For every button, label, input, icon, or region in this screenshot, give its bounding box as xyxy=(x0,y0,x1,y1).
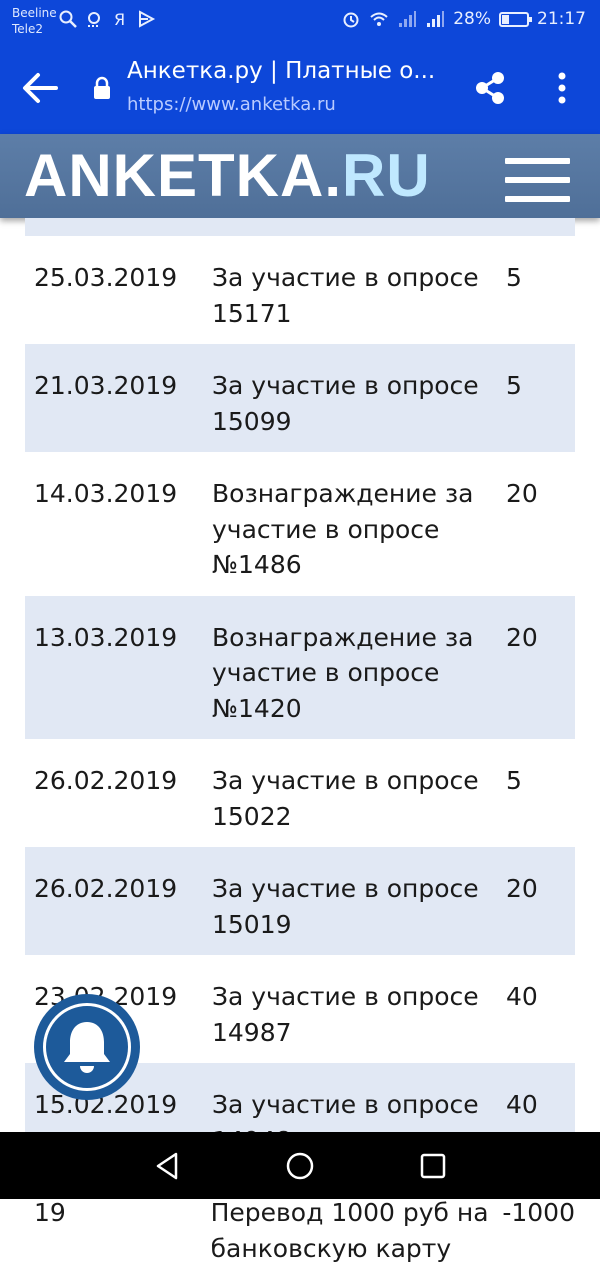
notification-bell-button[interactable] xyxy=(34,994,140,1100)
table-row: 26.02.2019 За участие в опросе 15022 5 xyxy=(25,739,575,847)
url-text[interactable]: https://www.anketka.ru xyxy=(127,94,336,115)
transaction-date: 19 xyxy=(34,1198,66,1227)
transaction-amount: 5 xyxy=(506,263,522,292)
transaction-description: Перевод 1000 руб на банковскую карту xyxy=(210,1198,489,1263)
svg-text:Я: Я xyxy=(114,10,125,29)
system-icons: 28% 21:17 xyxy=(341,9,586,29)
search-icon xyxy=(59,10,77,28)
signal-icon-2 xyxy=(427,11,445,27)
logo-tld-text: RU xyxy=(342,142,431,209)
battery-level xyxy=(502,14,509,24)
transaction-amount: -1000 xyxy=(502,1198,575,1227)
transaction-date: 21.03.2019 xyxy=(34,371,178,400)
navigation-bar xyxy=(0,1132,600,1199)
table-row-partial xyxy=(25,218,575,236)
lock-icon xyxy=(94,76,110,99)
overflow-menu-icon[interactable] xyxy=(548,70,576,106)
transaction-amount: 5 xyxy=(506,371,522,400)
transaction-date: 13.03.2019 xyxy=(34,622,178,652)
bell-ring xyxy=(43,1003,131,1091)
table-body: 25.03.2019 За участие в опросе 15171 5 21.0… xyxy=(25,236,575,1279)
transaction-amount: 20 xyxy=(506,622,538,652)
transaction-amount: 20 xyxy=(506,479,538,508)
battery-icon xyxy=(499,11,532,27)
table-row: 26.02.2019 За участие в опросе 15019 20 xyxy=(25,847,575,955)
message-icon xyxy=(88,12,100,27)
logo-main-text: ANKETKA. xyxy=(24,142,342,209)
site-logo[interactable]: ANKETKA.RU xyxy=(24,144,431,208)
hamburger-line xyxy=(505,196,570,202)
transaction-date: 26.02.2019 xyxy=(34,766,178,795)
transactions-table: 25.03.2019 За участие в опросе 15171 5 21.0… xyxy=(25,218,575,1279)
transaction-date: 14.03.2019 xyxy=(34,479,178,508)
transaction-description: Вознаграждение за участие в опросе №1486 xyxy=(212,479,474,579)
carrier-2: Tele2 xyxy=(12,22,44,36)
alarm-icon xyxy=(343,12,359,28)
transaction-description: За участие в опросе 15022 xyxy=(212,766,479,831)
transaction-description: За участие в опросе 15019 xyxy=(212,874,479,939)
table-row: 25.03.2019 За участие в опросе 15171 5 xyxy=(25,236,575,344)
transaction-description: За участие в опросе 15099 xyxy=(212,371,479,436)
notification-icons: Я xyxy=(58,9,156,29)
transaction-amount: 5 xyxy=(506,766,522,795)
carrier-names: Beeline Tele2 xyxy=(12,5,57,37)
transaction-date: 25.03.2019 xyxy=(34,263,178,292)
carrier-1: Beeline xyxy=(12,6,57,20)
table-row: 14.03.2019 Вознаграждение за участие в оп… xyxy=(25,452,575,596)
wifi-icon xyxy=(370,12,388,26)
transaction-description: За участие в опросе 15171 xyxy=(212,263,479,328)
transaction-description: За участие в опросе 14987 xyxy=(212,982,479,1047)
back-arrow-icon[interactable] xyxy=(20,70,60,106)
transaction-amount: 40 xyxy=(506,982,538,1011)
home-nav-icon[interactable] xyxy=(284,1150,316,1182)
hamburger-menu-icon[interactable] xyxy=(505,158,570,202)
transaction-amount: 20 xyxy=(506,874,538,903)
hamburger-line xyxy=(505,177,570,183)
page-title[interactable]: Анкетка.ру | Платные о... xyxy=(127,58,447,84)
signal-icon-1 xyxy=(399,11,417,27)
clock: 21:17 xyxy=(537,9,586,29)
table-row: 21.03.2019 За участие в опросе 15099 5 xyxy=(25,344,575,452)
battery-percent: 28% xyxy=(453,9,491,29)
play-icon xyxy=(139,10,156,28)
hamburger-line xyxy=(505,158,570,164)
table-row: 13.03.2019 Вознаграждение за участие в оп… xyxy=(25,595,575,739)
bell-icon xyxy=(64,1022,110,1073)
site-header: ANKETKA.RU xyxy=(0,134,600,218)
transaction-date: 26.02.2019 xyxy=(34,874,178,903)
yandex-icon: Я xyxy=(114,10,125,29)
status-bar: Beeline Tele2 Я 28% 21:17 xyxy=(0,0,600,42)
transaction-description: Вознаграждение за участие в опросе №1420 xyxy=(212,622,474,723)
back-nav-icon[interactable] xyxy=(152,1150,184,1182)
browser-toolbar: Анкетка.ру | Платные о... https://www.an… xyxy=(0,42,600,134)
recents-nav-icon[interactable] xyxy=(417,1150,449,1182)
share-icon[interactable] xyxy=(474,70,506,106)
